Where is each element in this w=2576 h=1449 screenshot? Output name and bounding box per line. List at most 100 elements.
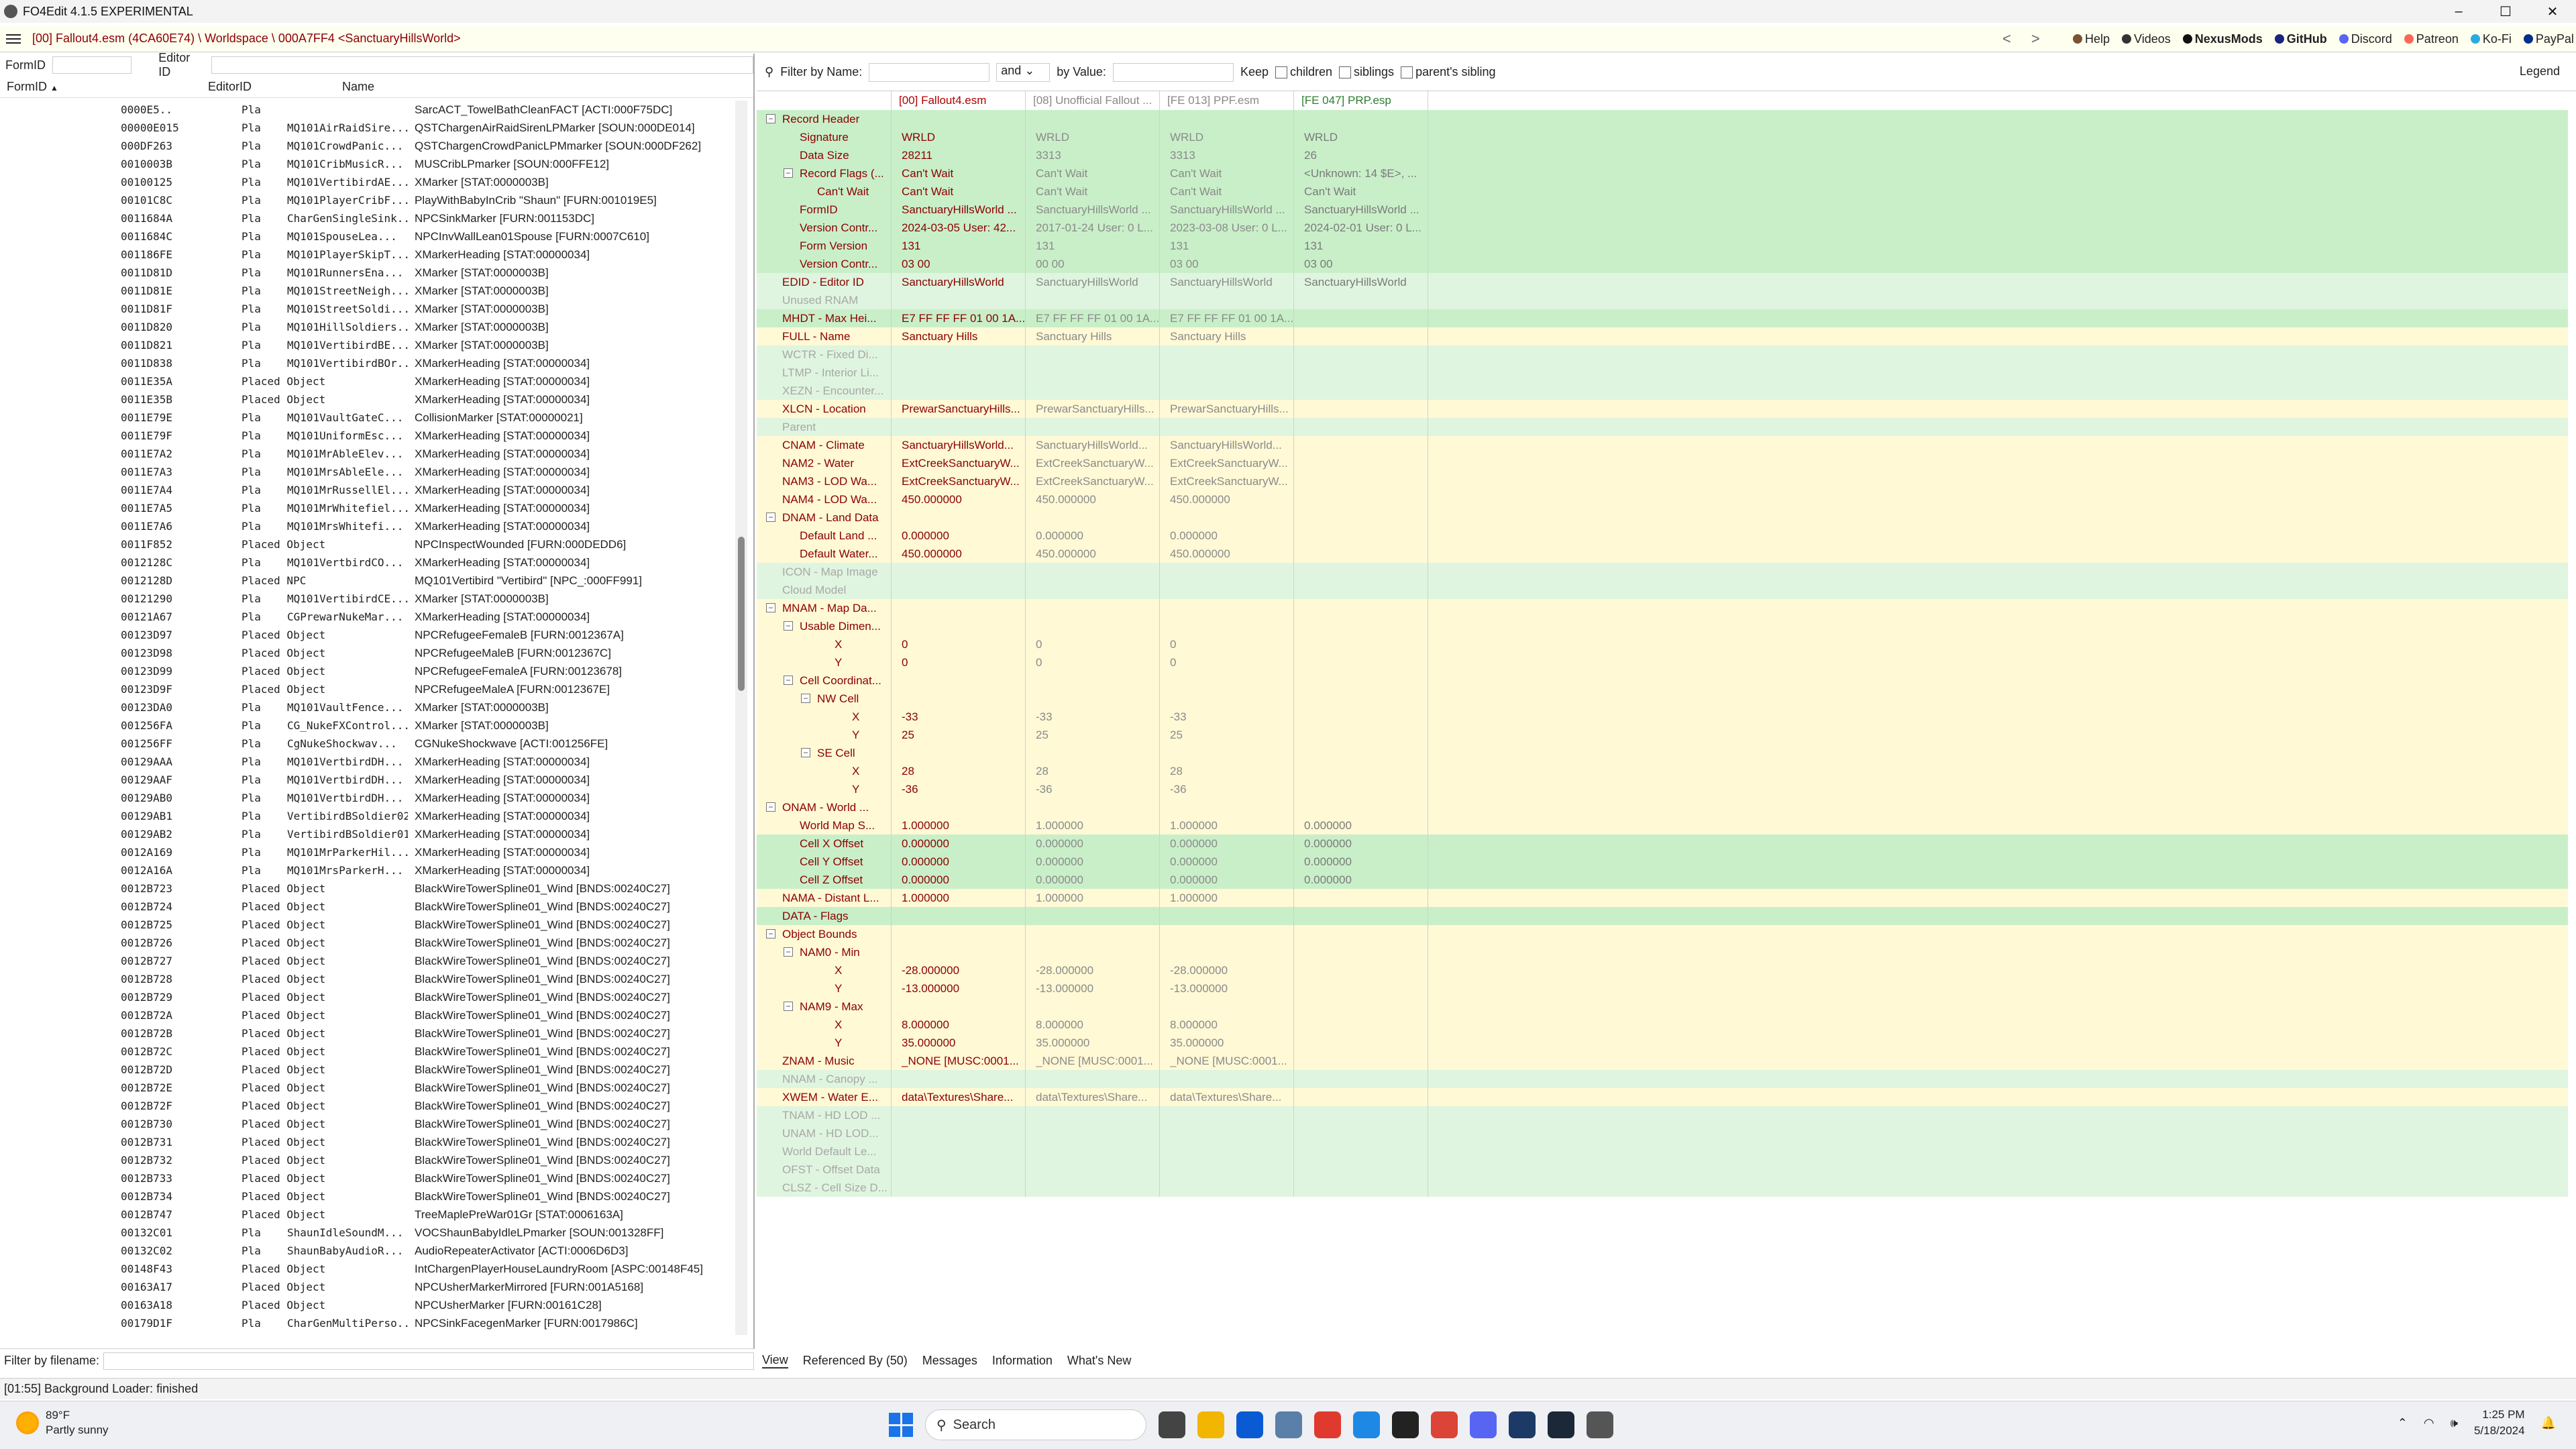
maximize-button[interactable]: ☐ <box>2482 0 2529 23</box>
clock[interactable]: 1:25 PM 5/18/2024 <box>2474 1407 2525 1439</box>
list-item[interactable]: 0012A16A Pla MQ101MrsParkerH... XMarkerHead… <box>0 861 738 879</box>
record-row[interactable]: − Object Bounds <box>757 925 2568 943</box>
collapse-toggle-icon[interactable]: − <box>784 168 793 178</box>
list-item[interactable]: 00123D99 Placed Object NPCRefugeeFemaleA [… <box>0 662 738 680</box>
list-item[interactable]: 0011E79F Pla MQ101UniformEsc... XMarkerHead… <box>0 427 738 445</box>
record-row[interactable]: X 8.000000 8.000000 8.000000 <box>757 1016 2568 1034</box>
list-item[interactable]: 0012B725 Placed Object BlackWireTowerSplin… <box>0 916 738 934</box>
and-select[interactable]: and ⌄ <box>996 62 1051 82</box>
list-item[interactable]: 0012B733 Placed Object BlackWireTowerSplin… <box>0 1169 738 1187</box>
list-item[interactable]: 0012B728 Placed Object BlackWireTowerSplin… <box>0 970 738 988</box>
list-item[interactable]: 001256FA Pla CG_NukeFXControl... XMarker [S… <box>0 716 738 735</box>
record-row[interactable]: FormID SanctuaryHillsWorld ... SanctuaryHi… <box>757 201 2568 219</box>
list-item[interactable]: 0012B724 Placed Object BlackWireTowerSplin… <box>0 898 738 916</box>
record-row[interactable]: MHDT - Max Hei... E7 FF FF FF 01 00 1A...… <box>757 309 2568 327</box>
photos-icon[interactable] <box>1275 1411 1302 1438</box>
name-column-header[interactable]: Name <box>335 80 374 94</box>
list-item[interactable]: 0011F852 Placed Object NPCInspectWounded [… <box>0 535 738 553</box>
list-item[interactable]: 00129AAA Pla MQ101VertbirdDH... XMarkerHead… <box>0 753 738 771</box>
file-header[interactable]: [08] Unofficial Fallout ... <box>1033 94 1152 107</box>
list-item[interactable]: 00129AB0 Pla MQ101VertbirdDH... XMarkerHead… <box>0 789 738 807</box>
collapse-toggle-icon[interactable]: − <box>801 748 810 757</box>
record-row[interactable]: CNAM - Climate SanctuaryHillsWorld... Sanc… <box>757 436 2568 454</box>
collapse-toggle-icon[interactable]: − <box>784 1002 793 1011</box>
task-view-icon[interactable] <box>1159 1411 1185 1438</box>
fo4edit-icon[interactable] <box>1587 1411 1613 1438</box>
list-item[interactable]: 0012B723 Placed Object BlackWireTowerSplin… <box>0 879 738 898</box>
collapse-toggle-icon[interactable]: − <box>766 802 775 812</box>
record-row[interactable]: − Usable Dimen... <box>757 617 2568 635</box>
list-item[interactable]: 00123D98 Placed Object NPCRefugeeMaleB [FU… <box>0 644 738 662</box>
list-item[interactable]: 0011E7A6 Pla MQ101MrsWhitefi... XMarkerHead… <box>0 517 738 535</box>
record-row[interactable]: − MNAM - Map Da... <box>757 599 2568 617</box>
record-row[interactable]: Can't Wait Can't Wait Can't Wait Can't Wait… <box>757 182 2568 201</box>
record-row[interactable]: Cell Y Offset 0.000000 0.000000 0.000000 0.0… <box>757 853 2568 871</box>
list-item[interactable]: 0011D81F Pla MQ101StreetSoldi... XMarker [S… <box>0 300 738 318</box>
record-row[interactable]: TNAM - HD LOD ... <box>757 1106 2568 1124</box>
editorid-input[interactable] <box>211 56 753 74</box>
record-row[interactable]: Data Size 28211 3313 3313 26 <box>757 146 2568 164</box>
list-item[interactable]: 00179D1F Pla CharGenMultiPerso... NPCSinkFa… <box>0 1314 738 1332</box>
record-row[interactable]: − SE Cell <box>757 744 2568 762</box>
list-item[interactable]: 0012B726 Placed Object BlackWireTowerSplin… <box>0 934 738 952</box>
record-row[interactable]: Cloud Model <box>757 581 2568 599</box>
list-item[interactable]: 0012128C Pla MQ101VertbirdCO... XMarkerHead… <box>0 553 738 572</box>
list-item[interactable]: 00000E015 Pla MQ101AirRaidSire... QSTCharge… <box>0 119 738 137</box>
list-item[interactable]: 0011E7A3 Pla MQ101MrsAbleEle... XMarkerHead… <box>0 463 738 481</box>
record-row[interactable]: FULL - Name Sanctuary Hills Sanctuary Hill… <box>757 327 2568 345</box>
record-row[interactable]: World Default Le... <box>757 1142 2568 1161</box>
record-row[interactable]: − DNAM - Land Data <box>757 508 2568 527</box>
record-row[interactable]: Cell X Offset 0.000000 0.000000 0.000000 0.0… <box>757 835 2568 853</box>
record-row[interactable]: Y 35.000000 35.000000 35.000000 <box>757 1034 2568 1052</box>
record-row[interactable]: Default Water... 450.000000 450.000000 450.… <box>757 545 2568 563</box>
list-item[interactable]: 0012A169 Pla MQ101MrParkerHil... XMarkerHea… <box>0 843 738 861</box>
dell-icon[interactable] <box>1236 1411 1263 1438</box>
legend-button[interactable]: Legend <box>2520 64 2560 78</box>
collapse-toggle-icon[interactable]: − <box>766 603 775 612</box>
list-item[interactable]: 00121290 Pla MQ101VertibirdCE... XMarker [S… <box>0 590 738 608</box>
list-item[interactable]: 0011D81E Pla MQ101StreetNeigh... XMarker [S… <box>0 282 738 300</box>
app-icon[interactable] <box>1509 1411 1536 1438</box>
filename-filter-input[interactable] <box>103 1352 755 1370</box>
collapse-toggle-icon[interactable]: − <box>766 114 775 123</box>
record-row[interactable]: Version Contr... 2024-03-05 User: 42... 20… <box>757 219 2568 237</box>
record-row[interactable]: Y -13.000000 -13.000000 -13.000000 <box>757 979 2568 998</box>
record-row[interactable]: UNAM - HD LOD... <box>757 1124 2568 1142</box>
record-row[interactable]: EDID - Editor ID SanctuaryHillsWorld Sanct… <box>757 273 2568 291</box>
record-row[interactable]: Version Contr... 03 00 00 00 03 00 03 00 <box>757 255 2568 273</box>
list-item[interactable]: 0012B72F Placed Object BlackWireTowerSplin… <box>0 1097 738 1115</box>
record-row[interactable]: XWEM - Water E... data\Textures\Share... d… <box>757 1088 2568 1106</box>
list-item[interactable]: 0011D838 Pla MQ101VertibirdBOr... XMarkerHe… <box>0 354 738 372</box>
filter-value-input[interactable] <box>1112 62 1234 82</box>
record-row[interactable]: NNAM - Canopy ... <box>757 1070 2568 1088</box>
list-item[interactable]: 00163A17 Placed Object NPCUsherMarkerMirro… <box>0 1278 738 1296</box>
list-item[interactable]: 00132C02 Pla ShaunBabyAudioR... AudioRepeat… <box>0 1242 738 1260</box>
notification-bell-icon[interactable]: 🔔 <box>2541 1416 2556 1430</box>
record-row[interactable]: Unused RNAM <box>757 291 2568 309</box>
list-item[interactable]: 0011D820 Pla MQ101HillSoldiers... XMarker [… <box>0 318 738 336</box>
record-row[interactable]: DATA - Flags <box>757 907 2568 925</box>
record-row[interactable]: − Record Header <box>757 110 2568 128</box>
list-item[interactable]: 0011E35B Placed Object XMarkerHeading [STA… <box>0 390 738 409</box>
keep-parents-sibling-checkbox[interactable]: parent's sibling <box>1401 65 1496 79</box>
nvidia-icon[interactable] <box>1314 1411 1341 1438</box>
list-item[interactable]: 00123D97 Placed Object NPCRefugeeFemaleB [… <box>0 626 738 644</box>
taskbar-search[interactable]: ⚲ Search <box>925 1409 1146 1440</box>
record-row[interactable]: NAM4 - LOD Wa... 450.000000 450.000000 450.… <box>757 490 2568 508</box>
record-row[interactable]: Parent <box>757 418 2568 436</box>
list-item[interactable]: 0011E79E Pla MQ101VaultGateC... CollisionMa… <box>0 409 738 427</box>
filter-name-input[interactable] <box>869 62 990 82</box>
link-github[interactable]: GitHub <box>2274 32 2327 46</box>
record-row[interactable]: − ONAM - World ... <box>757 798 2568 816</box>
link-discord[interactable]: Discord <box>2339 32 2392 46</box>
list-item[interactable]: 0012B72A Placed Object BlackWireTowerSplin… <box>0 1006 738 1024</box>
record-row[interactable]: CLSZ - Cell Size D... <box>757 1179 2568 1197</box>
tray-chevron-icon[interactable]: ⌃ <box>2398 1416 2408 1430</box>
collapse-toggle-icon[interactable]: − <box>766 929 775 938</box>
formid-column-header[interactable]: FormID ▲ <box>0 80 168 94</box>
tab-view[interactable]: View <box>762 1353 788 1368</box>
record-row[interactable]: ICON - Map Image <box>757 563 2568 581</box>
wifi-icon[interactable]: ◠ <box>2424 1416 2434 1430</box>
steam-icon[interactable] <box>1548 1411 1574 1438</box>
scrollbar-thumb[interactable] <box>738 537 745 691</box>
